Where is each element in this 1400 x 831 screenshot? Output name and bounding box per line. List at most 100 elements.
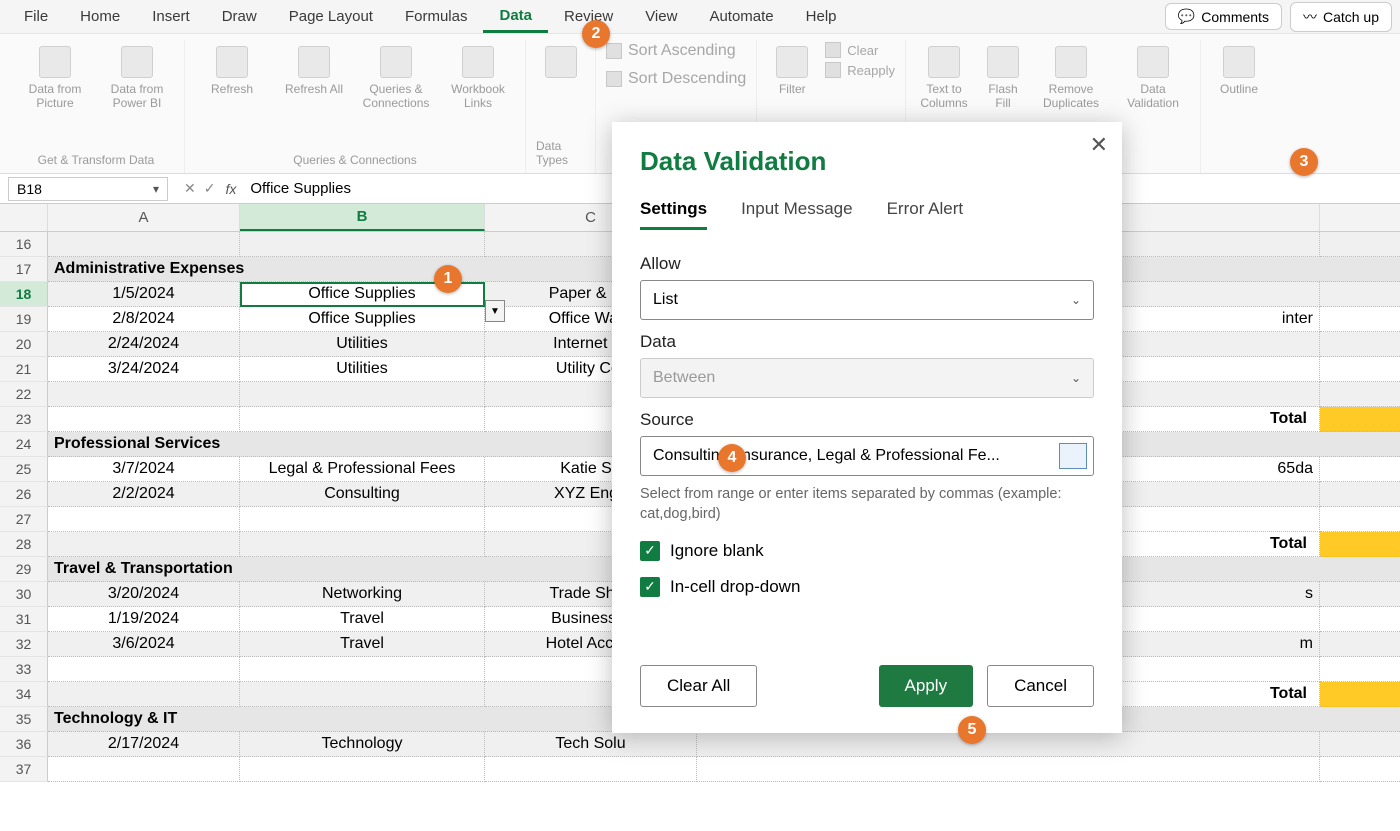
data-types-button[interactable]	[541, 42, 581, 82]
cell[interactable]	[48, 407, 240, 432]
cell-amount[interactable]: 85.00	[1320, 282, 1400, 307]
cell-date[interactable]	[48, 657, 240, 682]
total-value[interactable]: 5,700.00	[1320, 532, 1400, 557]
cell-date[interactable]: 2/8/2024	[48, 307, 240, 332]
cell-date[interactable]: 3/20/2024	[48, 582, 240, 607]
accept-formula-icon[interactable]: ✓	[204, 180, 216, 197]
cell-amount[interactable]	[1320, 657, 1400, 682]
cell-amount[interactable]	[1320, 232, 1400, 257]
range-picker-icon[interactable]	[1059, 443, 1087, 469]
cell[interactable]	[240, 532, 485, 557]
cancel-formula-icon[interactable]: ✕	[184, 180, 196, 197]
cell-date[interactable]: 3/6/2024	[48, 632, 240, 657]
cell-amount[interactable]: 3,200.00	[1320, 632, 1400, 657]
cell-category[interactable]	[240, 232, 485, 257]
tab-settings[interactable]: Settings	[640, 199, 707, 230]
cell-amount[interactable]	[1320, 757, 1400, 782]
cancel-button[interactable]: Cancel	[987, 665, 1094, 707]
data-from-picture-button[interactable]: Data from Picture	[18, 42, 92, 115]
row-header[interactable]: 24	[0, 432, 48, 457]
cell-dropdown-handle[interactable]: ▼	[485, 300, 505, 322]
cell-partial[interactable]	[697, 757, 1320, 782]
text-to-columns-button[interactable]: Text to Columns	[916, 42, 972, 115]
menu-draw[interactable]: Draw	[206, 2, 273, 31]
cell-category[interactable]: Travel	[240, 607, 485, 632]
row-header[interactable]: 33	[0, 657, 48, 682]
row-header[interactable]: 27	[0, 507, 48, 532]
refresh-all-button[interactable]: Refresh All	[277, 42, 351, 100]
cell-category[interactable]	[240, 757, 485, 782]
close-button[interactable]: ✕	[1090, 132, 1108, 158]
comments-button[interactable]: 💬 Comments	[1165, 3, 1282, 30]
cell-amount[interactable]: 1,200.00	[1320, 457, 1400, 482]
total-value[interactable]: 1,135.00	[1320, 407, 1400, 432]
flash-fill-button[interactable]: Flash Fill	[980, 42, 1026, 115]
row-header[interactable]: 21	[0, 357, 48, 382]
cell-date[interactable]: 1/5/2024	[48, 282, 240, 307]
cell-amount[interactable]: 3,500.00	[1320, 582, 1400, 607]
cell-category[interactable]: Legal & Professional Fees	[240, 457, 485, 482]
cell-amount[interactable]	[1320, 382, 1400, 407]
total-value[interactable]: 9,400.00	[1320, 682, 1400, 707]
cell-date[interactable]: 2/24/2024	[48, 332, 240, 357]
workbook-links-button[interactable]: Workbook Links	[441, 42, 515, 115]
cell-desc[interactable]	[485, 757, 697, 782]
tab-input-message[interactable]: Input Message	[741, 199, 853, 230]
menu-file[interactable]: File	[8, 2, 64, 31]
cell-amount[interactable]: 650.00	[1320, 307, 1400, 332]
allow-select[interactable]: List ⌄	[640, 280, 1094, 320]
row-header[interactable]: 31	[0, 607, 48, 632]
cell[interactable]	[240, 407, 485, 432]
cell-date[interactable]: 1/19/2024	[48, 607, 240, 632]
cell-amount[interactable]: 4,500.00	[1320, 482, 1400, 507]
cell-category[interactable]: Technology	[240, 732, 485, 757]
row-header[interactable]: 16	[0, 232, 48, 257]
cell-date[interactable]	[48, 232, 240, 257]
col-F[interactable]: F	[1320, 204, 1400, 231]
cell-amount[interactable]: 1,300.00	[1320, 732, 1400, 757]
menu-automate[interactable]: Automate	[693, 2, 789, 31]
queries-connections-button[interactable]: Queries & Connections	[359, 42, 433, 115]
remove-duplicates-button[interactable]: Remove Duplicates	[1034, 42, 1108, 115]
clear-filter-button[interactable]: Clear	[825, 42, 895, 58]
cell-amount[interactable]: 2,700.00	[1320, 607, 1400, 632]
cell-date[interactable]: 3/24/2024	[48, 357, 240, 382]
filter-button[interactable]: Filter	[767, 42, 817, 100]
sort-descending-button[interactable]: Sort Descending	[606, 70, 746, 88]
menu-home[interactable]: Home	[64, 2, 136, 31]
cell-date[interactable]	[48, 507, 240, 532]
row-header[interactable]: 18	[0, 282, 48, 307]
cell-date[interactable]: 2/17/2024	[48, 732, 240, 757]
data-validation-button[interactable]: Data Validation	[1116, 42, 1190, 115]
name-box[interactable]: B18 ▾	[8, 177, 168, 201]
ignore-blank-checkbox[interactable]: ✓ Ignore blank	[640, 541, 1094, 561]
cell-date[interactable]	[48, 757, 240, 782]
refresh-button[interactable]: Refresh	[195, 42, 269, 100]
cell[interactable]	[48, 682, 240, 707]
menu-help[interactable]: Help	[790, 2, 853, 31]
cell-category[interactable]: Travel	[240, 632, 485, 657]
menu-view[interactable]: View	[629, 2, 693, 31]
incell-dropdown-checkbox[interactable]: ✓ In-cell drop-down	[640, 577, 1094, 597]
cell-date[interactable]	[48, 382, 240, 407]
cell-category[interactable]: Consulting	[240, 482, 485, 507]
source-input[interactable]: Consulting, Insurance, Legal & Professio…	[640, 436, 1094, 476]
clear-all-button[interactable]: Clear All	[640, 665, 757, 707]
cell-category[interactable]: Utilities	[240, 332, 485, 357]
fx-icon[interactable]: fx	[225, 181, 236, 197]
cell-date[interactable]: 2/2/2024	[48, 482, 240, 507]
row-header[interactable]: 34	[0, 682, 48, 707]
row-header[interactable]: 35	[0, 707, 48, 732]
row-header[interactable]: 37	[0, 757, 48, 782]
cell-desc[interactable]: Tech Solu	[485, 732, 697, 757]
apply-button[interactable]: Apply	[879, 665, 974, 707]
reapply-filter-button[interactable]: Reapply	[825, 62, 895, 78]
outline-button[interactable]: Outline	[1211, 42, 1267, 100]
tab-error-alert[interactable]: Error Alert	[887, 199, 964, 230]
row-header[interactable]: 29	[0, 557, 48, 582]
row-header[interactable]: 20	[0, 332, 48, 357]
row-header[interactable]: 17	[0, 257, 48, 282]
cell-amount[interactable]: 280.00	[1320, 357, 1400, 382]
cell-partial[interactable]	[697, 732, 1320, 757]
menu-formulas[interactable]: Formulas	[389, 2, 484, 31]
